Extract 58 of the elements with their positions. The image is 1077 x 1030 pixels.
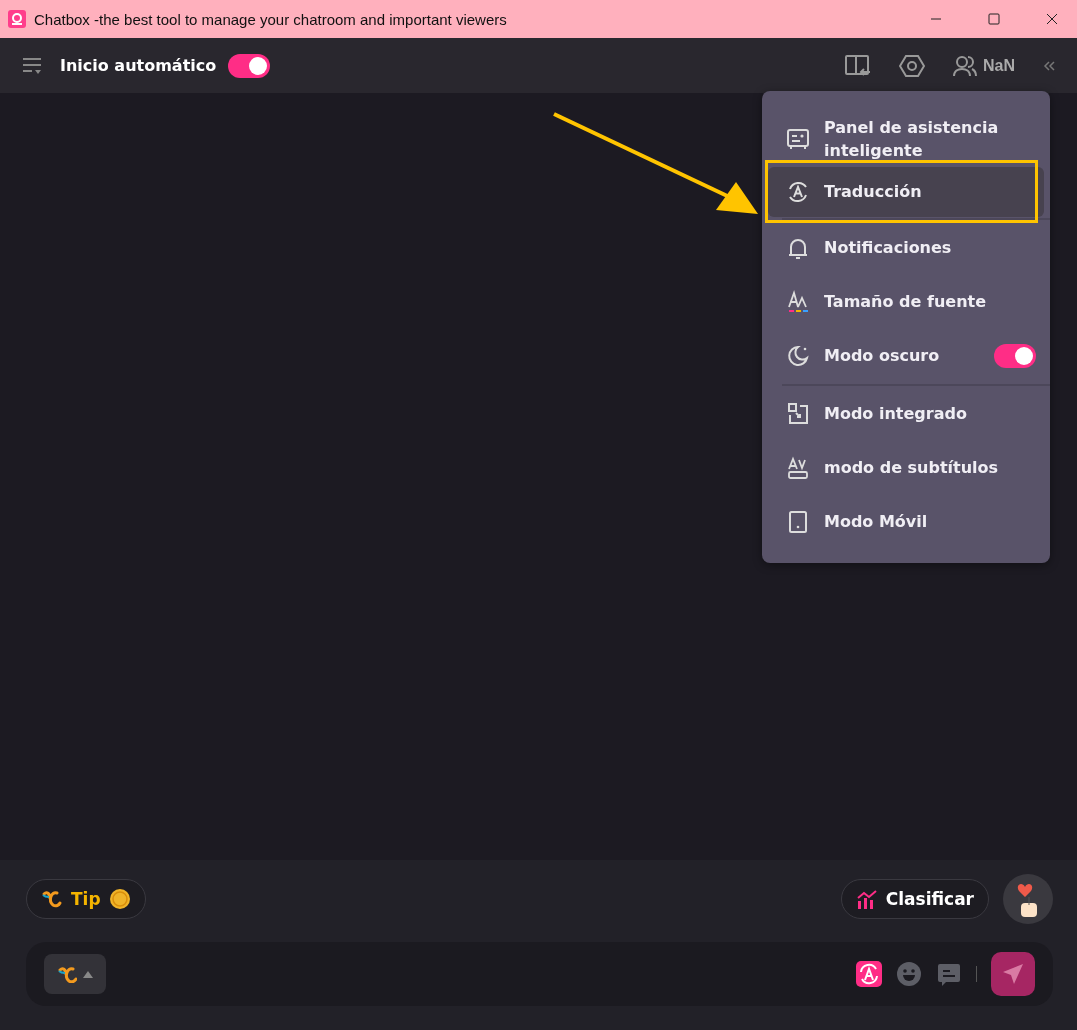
message-bubble-button[interactable] — [936, 961, 962, 987]
translate-button[interactable] — [856, 961, 882, 987]
auto-start-switch[interactable] — [228, 53, 271, 78]
maximize-icon — [988, 13, 1000, 25]
menu-item[interactable]: Tamaño de fuente — [762, 275, 1050, 329]
gift-selector-button[interactable] — [44, 954, 106, 994]
bar-chart-icon — [855, 889, 878, 909]
embed-icon — [786, 402, 810, 426]
menu-item-label: Notificaciones — [824, 237, 953, 260]
ranking-button[interactable]: Clasificar — [840, 879, 989, 919]
emoji-button[interactable] — [896, 961, 922, 987]
menu-icon — [22, 55, 42, 76]
swirl-logo-icon — [41, 889, 63, 909]
settings-icon — [899, 53, 925, 78]
coin-icon — [108, 888, 131, 910]
menu-item[interactable]: Traducción — [768, 167, 1044, 217]
swirl-logo-icon — [57, 965, 77, 983]
font-size-icon — [786, 290, 810, 314]
layout-icon — [845, 53, 871, 78]
app-logo-icon — [8, 10, 26, 28]
menu-item[interactable]: Modo oscuro — [762, 329, 1050, 383]
menu-item[interactable]: Notificaciones — [762, 221, 1050, 275]
viewers-button[interactable]: NaN — [953, 54, 1015, 77]
people-icon — [953, 54, 977, 77]
tip-button[interactable]: Tip — [26, 879, 146, 919]
translate-icon — [786, 180, 810, 204]
double-chevron-icon — [1043, 59, 1055, 72]
phone-icon — [786, 510, 810, 534]
window-title: Chatbox -the best tool to manage your chatroom and important viewers — [34, 10, 508, 28]
subtitles-icon — [786, 456, 810, 480]
smiley-icon — [896, 961, 922, 987]
paper-plane-icon — [1002, 963, 1024, 985]
close-icon — [1046, 13, 1058, 25]
assistant-panel-icon — [786, 127, 810, 151]
menu-item[interactable]: Modo Móvil — [762, 495, 1050, 549]
auto-start-label: Inicio automático — [60, 56, 217, 75]
menu-item-label: Traducción — [824, 181, 923, 204]
menu-item-label: modo de subtítulos — [824, 457, 1000, 480]
moon-icon — [786, 344, 810, 368]
menu-item-label: Modo oscuro — [824, 345, 941, 368]
caret-up-icon — [83, 970, 93, 978]
menu-button[interactable] — [22, 55, 42, 76]
chat-bubble-icon — [936, 961, 962, 987]
menu-item-label: Modo Móvil — [824, 511, 929, 534]
collapse-button[interactable] — [1043, 59, 1055, 72]
menu-item[interactable]: modo de subtítulos — [762, 441, 1050, 495]
menu-item-label: Modo integrado — [824, 403, 968, 426]
layout-button[interactable] — [845, 53, 871, 78]
send-button[interactable] — [991, 952, 1035, 996]
dark-mode-switch[interactable] — [994, 344, 1036, 368]
menu-item[interactable]: Panel de asistencia inteligente — [762, 111, 1050, 167]
menu-item-label: Panel de asistencia inteligente — [824, 116, 1000, 162]
avatar[interactable] — [1003, 874, 1053, 924]
menu-item[interactable]: Modo integrado — [762, 387, 1050, 441]
settings-button[interactable] — [899, 53, 925, 78]
bell-icon — [786, 236, 810, 260]
menu-item-label: Tamaño de fuente — [824, 291, 988, 314]
translate-icon — [856, 961, 882, 987]
